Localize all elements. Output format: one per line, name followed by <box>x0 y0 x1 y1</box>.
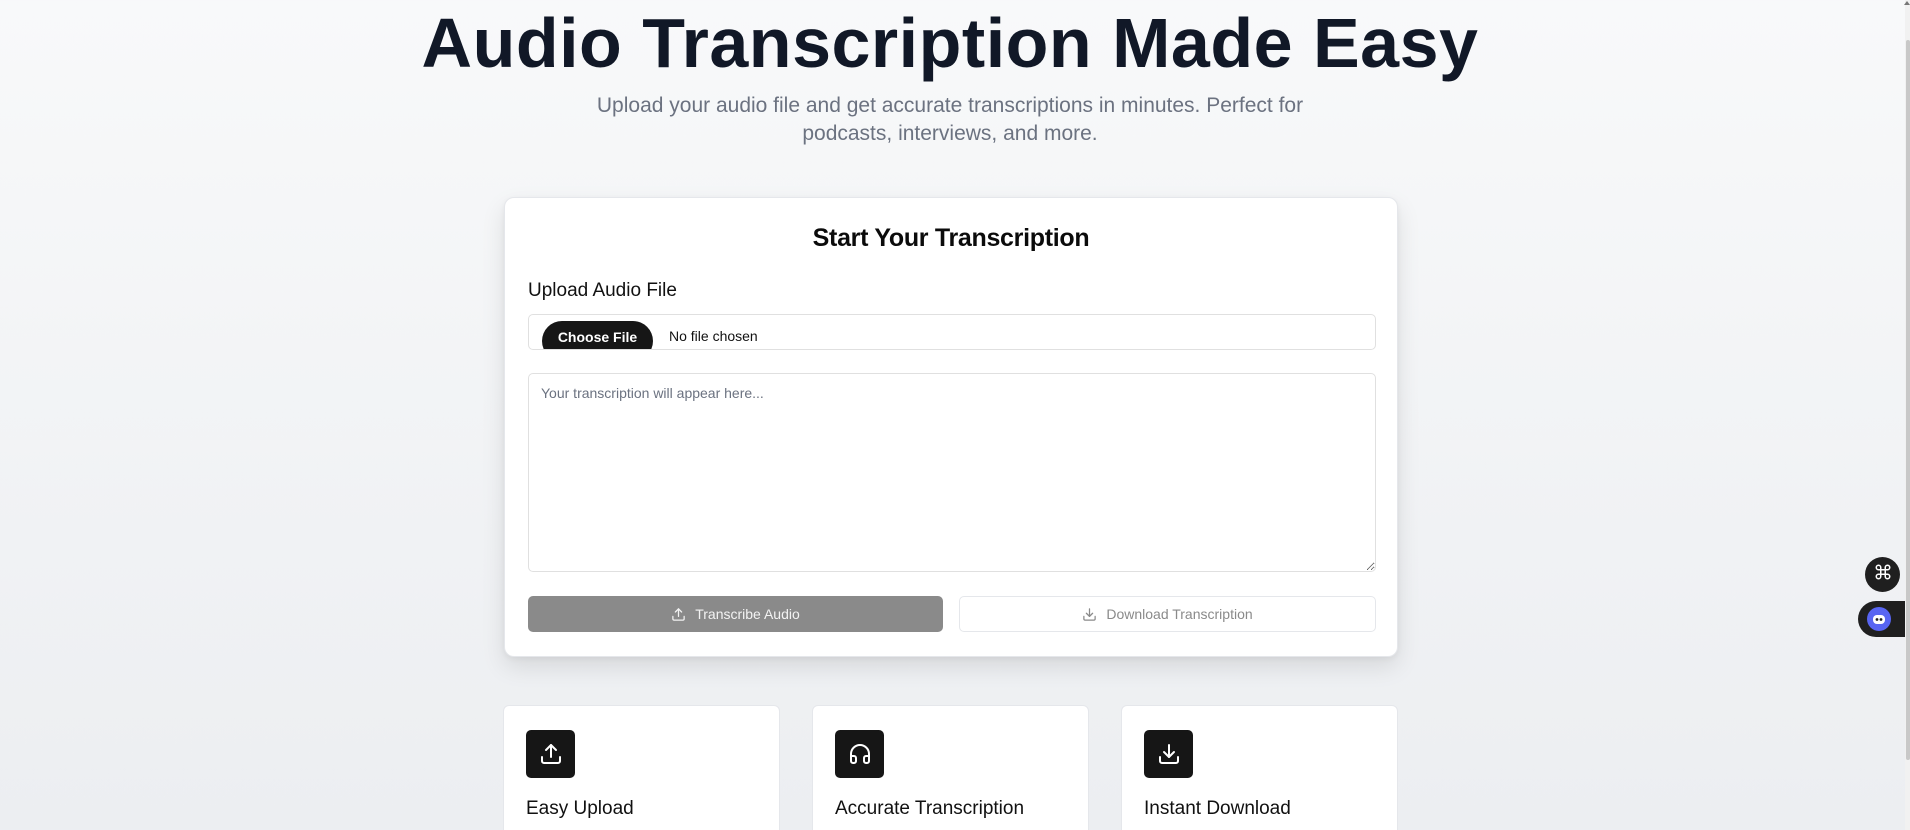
feature-title: Accurate Transcription <box>835 798 1025 819</box>
upload-icon <box>526 730 575 778</box>
transcribe-audio-button[interactable]: Transcribe Audio <box>528 596 943 632</box>
command-grid-icon <box>1874 563 1892 586</box>
scrollbar-thumb[interactable] <box>1906 40 1910 760</box>
download-transcription-button[interactable]: Download Transcription <box>959 596 1376 632</box>
feature-title: Easy Upload <box>526 798 634 819</box>
choose-file-button[interactable]: Choose File <box>542 321 653 349</box>
headphones-icon <box>835 730 884 778</box>
download-button-label: Download Transcription <box>1106 606 1253 622</box>
transcribe-button-label: Transcribe Audio <box>695 606 800 622</box>
scroll-up-arrow-icon[interactable] <box>1904 1 1910 5</box>
command-grid-button[interactable] <box>1865 557 1900 592</box>
file-input[interactable]: Choose File No file chosen <box>528 314 1376 350</box>
upload-label: Upload Audio File <box>528 280 677 301</box>
bot-face-icon <box>1867 607 1891 631</box>
page-title: Audio Transcription Made Easy <box>421 4 1479 82</box>
feature-title: Instant Download <box>1144 798 1291 819</box>
download-icon <box>1082 607 1097 622</box>
feature-card-instant-download: Instant Download <box>1121 705 1398 830</box>
file-status-text: No file chosen <box>669 328 758 344</box>
card-title: Start Your Transcription <box>812 224 1090 252</box>
feature-card-accurate-transcription: Accurate Transcription <box>812 705 1089 830</box>
feature-card-easy-upload: Easy Upload <box>503 705 780 830</box>
transcription-card: Start Your Transcription Upload Audio Fi… <box>504 197 1398 657</box>
assistant-launcher-button[interactable] <box>1858 601 1910 637</box>
page-subtitle: Upload your audio file and get accurate … <box>596 94 1304 145</box>
upload-icon <box>671 607 686 622</box>
download-icon <box>1144 730 1193 778</box>
transcription-textarea[interactable] <box>528 373 1376 572</box>
